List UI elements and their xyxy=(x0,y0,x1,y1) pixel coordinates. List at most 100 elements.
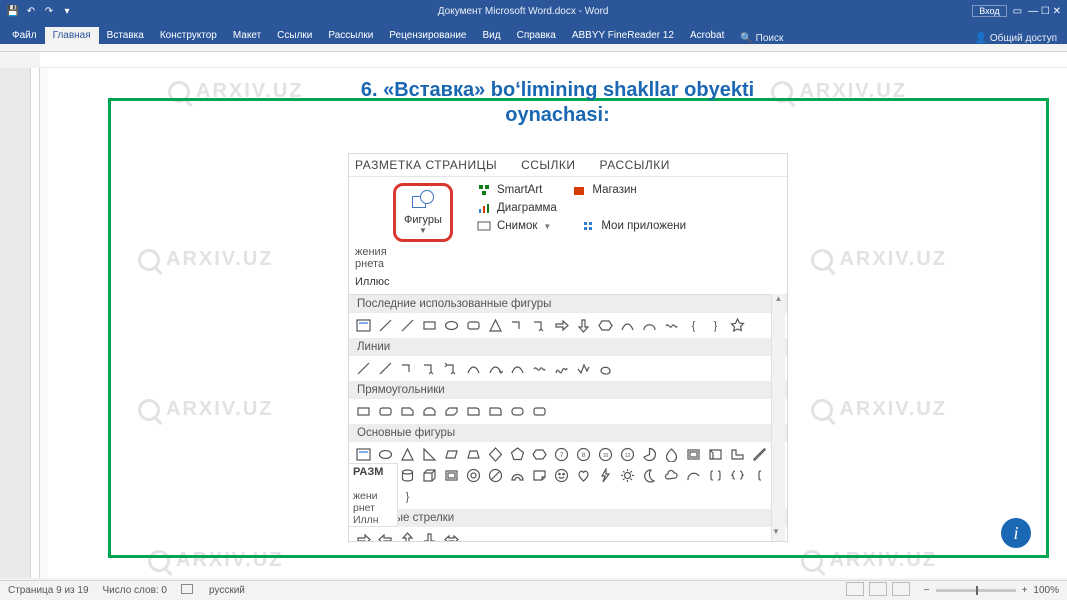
snip-diag-rect-icon[interactable] xyxy=(443,403,460,420)
line-icon[interactable] xyxy=(355,360,372,377)
arc-icon[interactable] xyxy=(685,467,702,484)
donut-icon[interactable] xyxy=(465,467,482,484)
left-arrow-icon[interactable] xyxy=(377,531,394,541)
round2-rect-icon[interactable] xyxy=(509,403,526,420)
parallelogram-icon[interactable] xyxy=(443,446,460,463)
tab-view[interactable]: Вид xyxy=(475,27,509,44)
cloud-icon[interactable] xyxy=(663,467,680,484)
can-icon[interactable] xyxy=(399,467,416,484)
zoom-slider[interactable] xyxy=(936,589,1016,592)
print-layout-icon[interactable] xyxy=(869,582,887,596)
vertical-ruler[interactable] xyxy=(0,68,40,578)
diamond-icon[interactable] xyxy=(487,446,504,463)
teardrop-icon[interactable] xyxy=(663,446,680,463)
my-apps-button[interactable]: Мои приложени xyxy=(601,220,686,232)
login-button[interactable]: Вход xyxy=(972,5,1006,17)
snip2-rect-icon[interactable] xyxy=(421,403,438,420)
undo-icon[interactable]: ↶ xyxy=(24,4,38,18)
down-arrow-icon[interactable] xyxy=(575,317,592,334)
tab-insert[interactable]: Вставка xyxy=(99,27,152,44)
tab-layout[interactable]: Макет xyxy=(225,27,269,44)
tell-me-search[interactable]: 🔍 Поиск xyxy=(740,33,783,44)
tab-file[interactable]: Файл xyxy=(4,27,45,44)
dodecagon-icon[interactable]: 12 xyxy=(619,446,636,463)
scroll-down-icon[interactable]: ▼ xyxy=(772,527,780,541)
right-arrow-icon[interactable] xyxy=(553,317,570,334)
textbox-icon[interactable] xyxy=(355,317,372,334)
round1-rect-icon[interactable] xyxy=(487,403,504,420)
oval-icon[interactable] xyxy=(377,446,394,463)
double-brace-icon[interactable] xyxy=(729,467,746,484)
web-layout-icon[interactable] xyxy=(892,582,910,596)
tab-review[interactable]: Рецензирование xyxy=(381,27,474,44)
down-arrow-icon[interactable] xyxy=(421,531,438,541)
freeform-closed-icon[interactable] xyxy=(597,360,614,377)
language-indicator[interactable]: русский xyxy=(209,585,245,596)
hexagon-icon[interactable] xyxy=(597,317,614,334)
lightning-icon[interactable] xyxy=(597,467,614,484)
minimize-icon[interactable]: ― xyxy=(1028,6,1038,17)
screenshot-button[interactable]: Снимок xyxy=(497,220,537,232)
store-button[interactable]: Магазин xyxy=(592,184,636,196)
chart-button[interactable]: Диаграмма xyxy=(497,202,557,214)
smartart-button[interactable]: SmartArt xyxy=(497,184,542,196)
scribble-icon[interactable] xyxy=(575,360,592,377)
redo-icon[interactable]: ↷ xyxy=(42,4,56,18)
frame-icon[interactable] xyxy=(685,446,702,463)
line-icon[interactable] xyxy=(377,317,394,334)
wave-icon[interactable] xyxy=(663,317,680,334)
rectangle-icon[interactable] xyxy=(355,403,372,420)
leftright-arrow-icon[interactable] xyxy=(443,531,460,541)
right-brace-icon[interactable]: } xyxy=(399,488,416,505)
qat-more-icon[interactable]: ▾ xyxy=(60,4,74,18)
tab-references[interactable]: Ссылки xyxy=(269,27,320,44)
round-diag-rect-icon[interactable] xyxy=(531,403,548,420)
diag-stripe-icon[interactable] xyxy=(751,446,768,463)
pentagon-icon[interactable] xyxy=(509,446,526,463)
smiley-icon[interactable] xyxy=(553,467,570,484)
textbox-icon[interactable] xyxy=(355,446,372,463)
octagon-icon[interactable]: 8 xyxy=(575,446,592,463)
moon-icon[interactable] xyxy=(641,467,658,484)
read-mode-icon[interactable] xyxy=(846,582,864,596)
elbow-double-icon[interactable] xyxy=(443,360,460,377)
maximize-icon[interactable]: ☐ xyxy=(1041,6,1050,17)
share-button[interactable]: 👤 Общий доступ xyxy=(975,33,1067,44)
ruler[interactable] xyxy=(40,52,1067,68)
zoom-control[interactable]: − + 100% xyxy=(924,585,1059,596)
ribbon-display-icon[interactable]: ▭ xyxy=(1013,6,1022,17)
right-triangle-icon[interactable] xyxy=(421,446,438,463)
shapes-button[interactable]: Фигуры ▼ xyxy=(393,183,453,242)
wave-icon[interactable] xyxy=(531,360,548,377)
right-brace-icon[interactable]: } xyxy=(707,317,724,334)
cube-icon[interactable] xyxy=(421,467,438,484)
info-icon[interactable]: i xyxy=(1001,518,1031,548)
tab-help[interactable]: Справка xyxy=(509,27,564,44)
half-frame-icon[interactable] xyxy=(707,446,724,463)
elbow-icon[interactable] xyxy=(399,360,416,377)
block-arc-icon[interactable] xyxy=(509,467,526,484)
double-bracket-icon[interactable] xyxy=(707,467,724,484)
curve-icon[interactable] xyxy=(619,317,636,334)
bevel-icon[interactable] xyxy=(443,467,460,484)
zoom-level[interactable]: 100% xyxy=(1033,585,1059,596)
heptagon-icon[interactable]: 7 xyxy=(553,446,570,463)
tab-design[interactable]: Конструктор xyxy=(152,27,225,44)
zoom-out-icon[interactable]: − xyxy=(924,585,930,596)
oval-icon[interactable] xyxy=(443,317,460,334)
page-indicator[interactable]: Страница 9 из 19 xyxy=(8,585,89,596)
elbow-arrow-icon[interactable] xyxy=(531,317,548,334)
spellcheck-icon[interactable] xyxy=(181,584,195,597)
up-arrow-icon[interactable] xyxy=(399,531,416,541)
tab-home[interactable]: Главная xyxy=(45,27,99,44)
line-icon[interactable] xyxy=(399,317,416,334)
rectangle-icon[interactable] xyxy=(421,317,438,334)
sniprnd-rect-icon[interactable] xyxy=(465,403,482,420)
triangle-icon[interactable] xyxy=(399,446,416,463)
curve-double-icon[interactable] xyxy=(509,360,526,377)
close-icon[interactable]: ✕ xyxy=(1053,6,1061,17)
line-icon[interactable] xyxy=(377,360,394,377)
decagon-icon[interactable]: 10 xyxy=(597,446,614,463)
arc-icon[interactable] xyxy=(641,317,658,334)
rounded-rect-icon[interactable] xyxy=(377,403,394,420)
